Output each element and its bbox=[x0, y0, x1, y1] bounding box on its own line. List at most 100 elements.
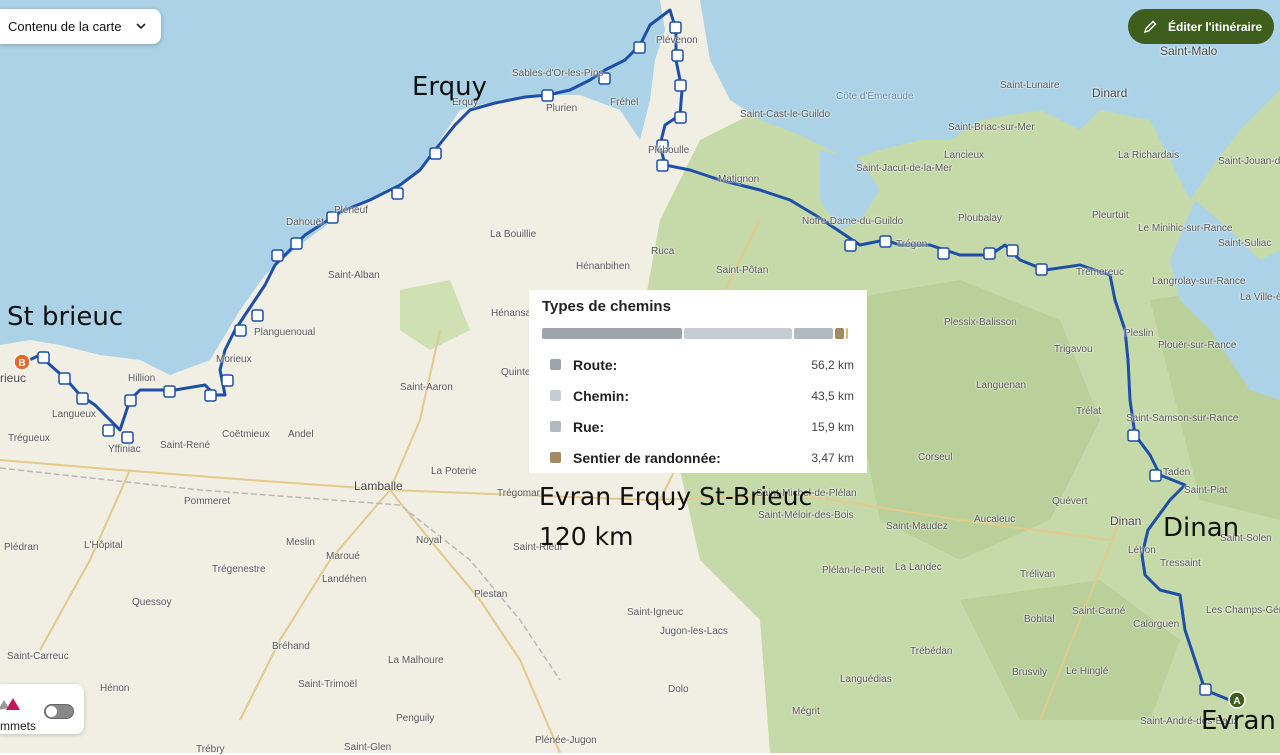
place-label: Plédran bbox=[4, 542, 39, 553]
place-label: Plénée-Jugon bbox=[535, 735, 597, 746]
place-label: Calorguen bbox=[1133, 619, 1180, 630]
place-label: Lancieux bbox=[944, 150, 985, 161]
swatch-rue bbox=[550, 421, 561, 432]
place-label: Dahouët bbox=[286, 217, 324, 228]
place-label: Saint-Briac-sur-Mer bbox=[948, 122, 1035, 133]
place-label: Dinan bbox=[1110, 514, 1142, 528]
place-label: La Ville-ès bbox=[1240, 292, 1280, 303]
place-label: Quévert bbox=[1052, 496, 1088, 507]
map-content-dropdown[interactable]: Contenu de la carte bbox=[0, 9, 161, 44]
edit-route-label: Éditer l'itinéraire bbox=[1168, 19, 1263, 34]
place-label: Sables-d'Or-les-Pins bbox=[512, 68, 604, 79]
chevron-down-icon bbox=[136, 23, 146, 30]
place-label: Saint-Lunaire bbox=[1000, 80, 1060, 91]
path-type-label: Sentier de randonnée: bbox=[573, 449, 721, 466]
place-label: Bobital bbox=[1024, 614, 1055, 625]
path-type-label: Route: bbox=[573, 356, 618, 373]
place-label: Saint-Malo bbox=[1160, 44, 1218, 58]
place-label: Langueux bbox=[52, 409, 96, 420]
place-label: Jugon-les-Lacs bbox=[660, 626, 728, 637]
annotation-erquy: Erquy bbox=[412, 72, 488, 102]
place-label: Noyal bbox=[416, 535, 442, 546]
path-types-panel: Types de chemins Route: 56,2 km Chemin: … bbox=[529, 290, 867, 473]
summits-toggle-label: mmets bbox=[0, 719, 36, 733]
place-label: Corseul bbox=[918, 452, 953, 463]
place-label: Les Champs-Géraux bbox=[1206, 605, 1280, 616]
edit-route-button[interactable]: Éditer l'itinéraire bbox=[1128, 9, 1274, 44]
place-label: Saint-Alban bbox=[328, 270, 380, 281]
place-label: La Malhoure bbox=[388, 655, 444, 666]
place-label: Bréhand bbox=[272, 641, 310, 652]
place-label: Saint-Aaron bbox=[400, 382, 453, 393]
place-label: Pommeret bbox=[184, 496, 231, 507]
place-label: Plessix-Balisson bbox=[944, 317, 1017, 328]
place-label: Pléboulle bbox=[648, 145, 690, 156]
place-label: Trégenestre bbox=[212, 564, 266, 575]
place-label: Planguenoual bbox=[254, 327, 316, 338]
place-label: La Poterie bbox=[431, 466, 477, 477]
summits-toggle-panel: mmets bbox=[0, 684, 84, 734]
place-label: Tressaint bbox=[1160, 558, 1201, 569]
annotation-dinan: Dinan bbox=[1163, 513, 1240, 543]
place-label: Andel bbox=[288, 429, 314, 440]
swatch-chemin bbox=[550, 390, 561, 401]
place-label: Hénansal bbox=[491, 308, 534, 319]
bar-segment-chemin bbox=[684, 328, 792, 339]
place-label: Yffiniac bbox=[108, 444, 141, 455]
place-label: Quessoy bbox=[132, 597, 172, 608]
place-label: Dolo bbox=[668, 684, 689, 695]
annotation-route-title: Evran Erquy St-Brieuc bbox=[539, 482, 813, 511]
place-label: Pleurtuit bbox=[1092, 210, 1129, 221]
place-label: Plurien bbox=[546, 103, 578, 114]
path-type-row: Route: 56,2 km bbox=[542, 349, 854, 380]
path-type-row: Sentier de randonnée: 3,47 km bbox=[542, 442, 854, 473]
place-label: Hénon bbox=[100, 683, 130, 694]
path-type-row: Rue: 15,9 km bbox=[542, 411, 854, 442]
place-label: Saint-Carné bbox=[1072, 606, 1126, 617]
place-label: Morieux bbox=[216, 354, 252, 365]
place-label: Trigavou bbox=[1054, 344, 1093, 355]
place-label: Languenan bbox=[976, 380, 1027, 391]
place-label: Léhon bbox=[1128, 545, 1156, 556]
place-label: Plestan bbox=[474, 589, 508, 600]
place-label: Saint-Pôtan bbox=[716, 265, 769, 276]
place-label: Maroué bbox=[326, 551, 360, 562]
place-label: Mégrit bbox=[792, 706, 820, 717]
place-label: Saint-Piat bbox=[1184, 485, 1228, 496]
place-label: Dinard bbox=[1092, 86, 1128, 100]
place-label: rieuc bbox=[0, 371, 27, 385]
place-label: Meslin bbox=[286, 537, 315, 548]
end-marker-label: B bbox=[18, 358, 25, 369]
place-label: Saint-Méloir-des-Bois bbox=[758, 510, 854, 521]
place-label: Saint-Igneuc bbox=[627, 607, 684, 618]
place-label: Ruca bbox=[651, 246, 675, 257]
place-label: Saint-Suliac bbox=[1218, 238, 1272, 249]
map-content-label: Contenu de la carte bbox=[8, 19, 122, 34]
place-label: Plévenon bbox=[656, 35, 698, 46]
place-label: Fréhel bbox=[610, 97, 639, 108]
pencil-icon bbox=[1143, 20, 1157, 34]
path-type-label: Chemin: bbox=[573, 387, 629, 404]
place-label: L'Hôpital bbox=[84, 540, 123, 551]
place-label: Saint-Trimoël bbox=[298, 679, 358, 690]
bar-segment-rue bbox=[794, 328, 833, 339]
path-types-bar bbox=[542, 328, 852, 339]
swatch-route bbox=[550, 359, 561, 370]
mountain-icon bbox=[0, 698, 20, 710]
bar-segment-route bbox=[542, 328, 682, 339]
place-label: Brusvily bbox=[1012, 667, 1048, 678]
place-label: Le Minihic-sur-Rance bbox=[1138, 223, 1233, 234]
path-type-value: 56,2 km bbox=[811, 357, 854, 372]
place-label: Trélivan bbox=[1020, 569, 1056, 580]
annotation-st-brieuc: St brieuc bbox=[7, 302, 124, 332]
end-marker[interactable]: B bbox=[13, 353, 31, 371]
place-label: La Bouillie bbox=[490, 229, 537, 240]
summits-toggle-switch[interactable] bbox=[44, 704, 74, 719]
place-label: Saint-Jouan-des-Guérets bbox=[1218, 156, 1280, 167]
place-label: Langrolay-sur-Rance bbox=[1152, 276, 1246, 287]
place-label: Hillion bbox=[128, 373, 156, 384]
place-label: Pléneuf bbox=[334, 205, 368, 216]
place-label: Plouër-sur-Rance bbox=[1158, 340, 1237, 351]
bar-segment-other bbox=[846, 328, 848, 339]
place-label: Trémereuc bbox=[1076, 267, 1124, 278]
